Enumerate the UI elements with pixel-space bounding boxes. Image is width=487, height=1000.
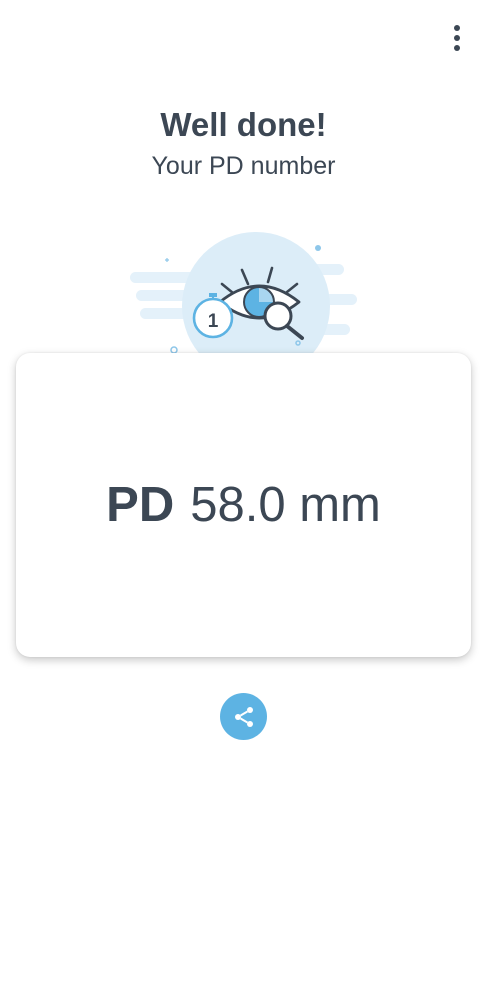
pd-result-screen: Well done! Your PD number 1 PD 58.0 mm [0,0,487,1000]
pd-result: PD 58.0 mm [106,477,381,533]
more-vert-icon-dot [454,35,460,41]
pd-value: 58.0 mm [190,478,381,532]
pd-result-card: PD 58.0 mm [16,353,471,657]
overflow-menu-button[interactable] [441,22,473,54]
share-button[interactable] [220,693,267,740]
page-title: Well done! [160,106,327,143]
page-subtitle: Your PD number [151,152,336,180]
more-vert-icon-dot [454,25,460,31]
share-icon [234,706,253,727]
pd-label: PD [106,478,175,532]
stopwatch-digit: 1 [208,311,219,332]
more-vert-icon-dot [454,45,460,51]
